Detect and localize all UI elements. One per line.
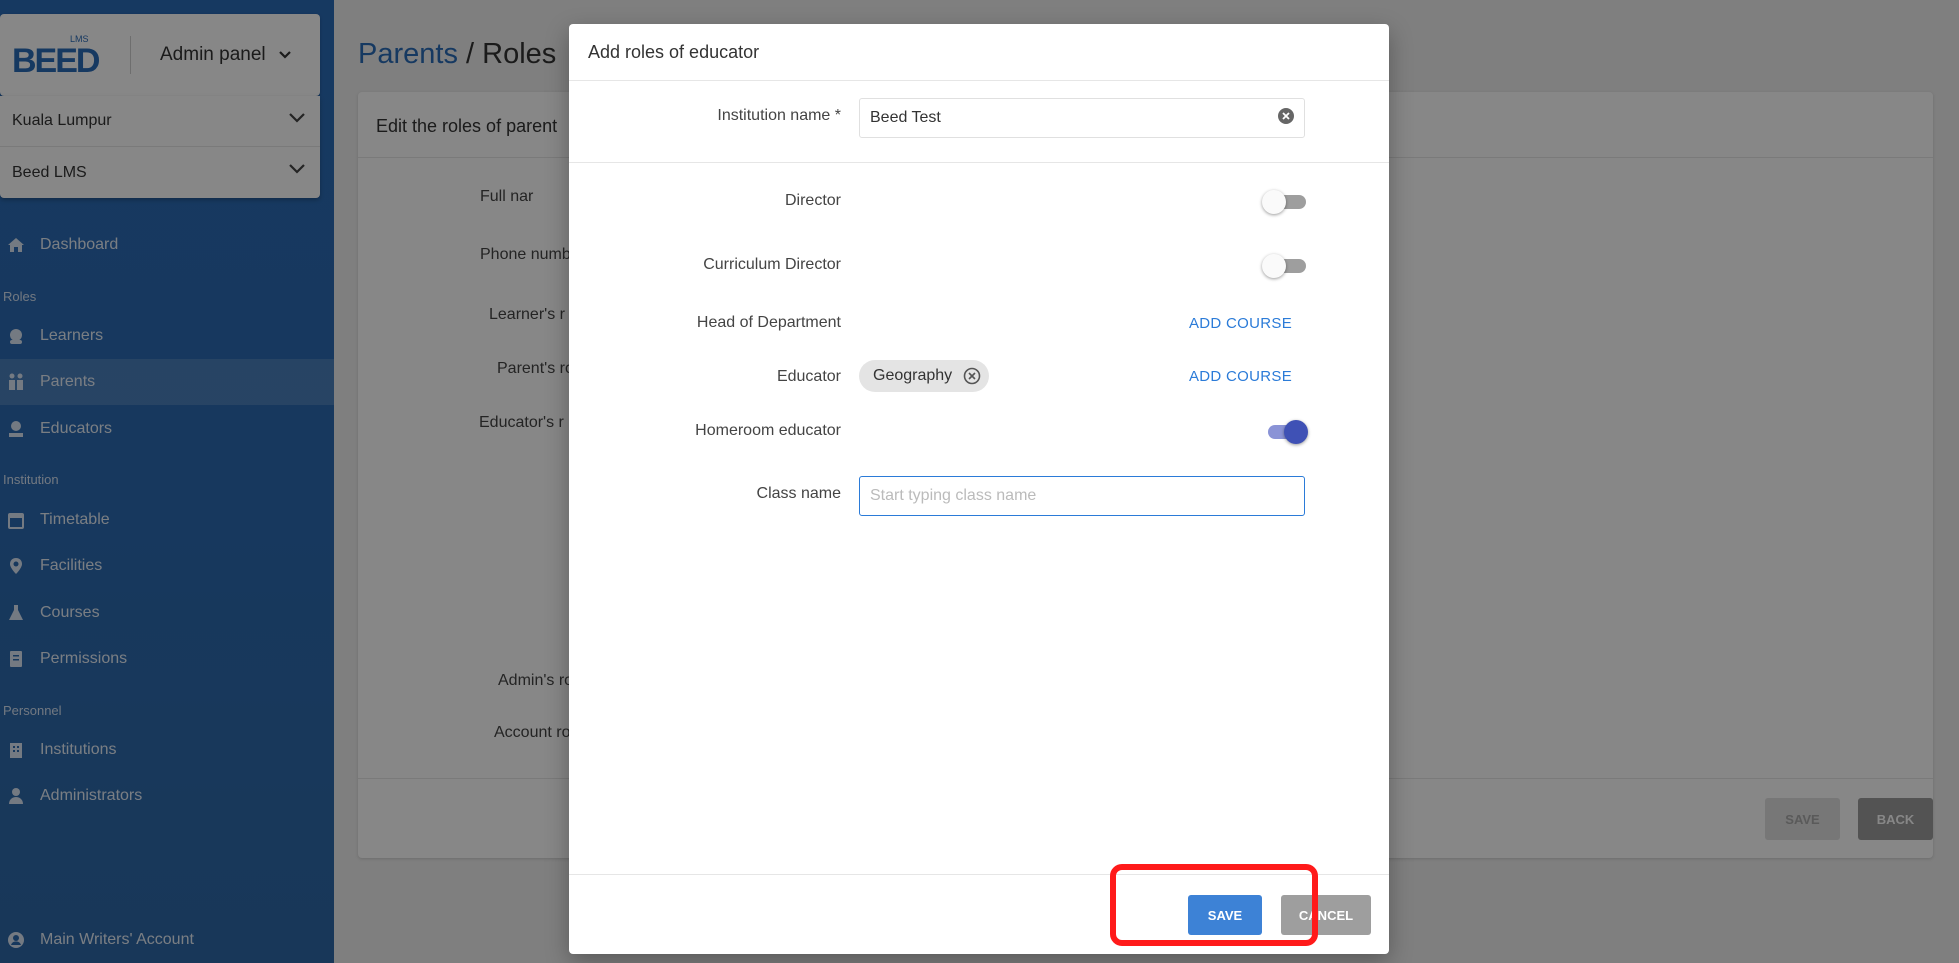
curriculum-director-toggle[interactable] [1262, 252, 1306, 278]
institution-name-field[interactable]: Beed Test [859, 98, 1305, 138]
homeroom-educator-toggle[interactable] [1262, 418, 1308, 444]
highlight-annotation [1110, 864, 1318, 946]
course-chip: Geography [859, 360, 989, 392]
educator-label: Educator [776, 368, 841, 385]
class-name-label: Class name [756, 485, 841, 502]
curriculum-director-label: Curriculum Director [703, 256, 841, 273]
add-roles-dialog: Add roles of educator Institution name *… [569, 24, 1389, 954]
chip-label: Geography [873, 367, 953, 384]
divider [569, 162, 1389, 163]
class-name-input[interactable] [859, 476, 1305, 516]
dialog-title: Add roles of educator [588, 42, 760, 62]
divider [569, 80, 1389, 81]
head-of-department-label: Head of Department [696, 314, 841, 331]
hod-add-course-button[interactable]: ADD COURSE [1189, 315, 1292, 332]
remove-chip-icon[interactable] [963, 367, 981, 385]
clear-icon[interactable] [1277, 107, 1295, 125]
director-label: Director [784, 192, 841, 209]
homeroom-educator-label: Homeroom educator [695, 422, 841, 439]
educator-add-course-button[interactable]: ADD COURSE [1189, 368, 1292, 385]
institution-name-label: Institution name * [717, 107, 841, 124]
director-toggle[interactable] [1262, 188, 1306, 214]
